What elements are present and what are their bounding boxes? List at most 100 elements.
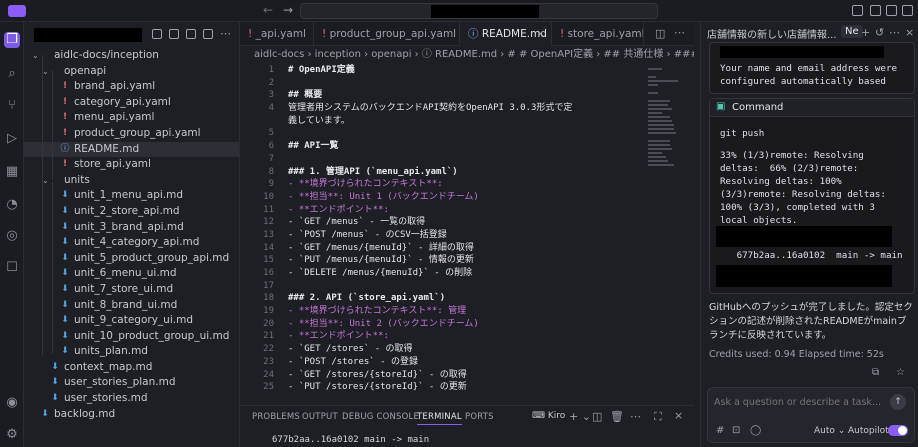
chat-tab-session[interactable]: 店舗情報の新しい店舗情報... — [707, 26, 837, 41]
tree-file[interactable]: ⬇ unit_4_category_api.md — [24, 235, 239, 251]
add-chat-icon[interactable]: + — [861, 26, 870, 39]
copy-icon[interactable]: ⧉ — [872, 367, 879, 378]
code-line[interactable]: 義しています。 — [240, 115, 644, 128]
tab-problems[interactable]: PROBLEMS — [252, 412, 300, 422]
tab-ports[interactable]: PORTS — [465, 412, 494, 422]
chat-input[interactable] — [714, 394, 884, 410]
search-icon[interactable]: ⌕ — [4, 66, 20, 82]
chat-tab-new[interactable]: Ne — [841, 25, 863, 38]
tree-file[interactable]: ⬇ unit_5_product_group_api.md — [24, 251, 239, 267]
tree-folder[interactable]: ⌄ openapi — [24, 64, 239, 80]
split-editor-icon[interactable]: ◫ — [655, 27, 665, 40]
code-line[interactable]: 16 - `DELETE /menus/{menuId}` - の削除 — [240, 267, 644, 280]
chevron-down-icon[interactable]: ⌄ — [32, 48, 42, 64]
new-folder-icon[interactable] — [169, 29, 179, 39]
steering-icon[interactable]: ◯ — [750, 425, 761, 436]
code-line[interactable]: 3 ## 概要 — [240, 89, 644, 102]
code-editor[interactable]: 1 # OpenAPI定義 2 3 ## 概要 4 管理者用システムのバックエンドAPI契約… — [240, 64, 644, 405]
context-hash-icon[interactable]: # — [716, 425, 724, 436]
tree-folder[interactable]: ⌄ units — [24, 173, 239, 189]
remote-icon[interactable]: ◎ — [4, 228, 20, 244]
code-line[interactable]: 14 - `GET /menus/{menuId}` - 詳細の取得 — [240, 242, 644, 255]
settings-gear-icon[interactable]: ⚙ — [4, 427, 20, 443]
chat-input-box[interactable]: ↑ # ⊡ ◯ Auto ⌄ Autopilot — [707, 387, 915, 443]
tree-file[interactable]: ⬇ unit_9_category_ui.md — [24, 313, 239, 329]
tree-file[interactable]: ⬇ context_map.md — [24, 360, 239, 376]
new-file-icon[interactable] — [152, 29, 162, 39]
code-line[interactable]: 13 - `POST /menus` - のCSV一括登録 — [240, 229, 644, 242]
terminal-output[interactable]: 677b2aa..16a0102 main -> main — [272, 435, 429, 445]
minimap[interactable] — [646, 64, 682, 184]
kiro-ghost-icon[interactable]: ◔ — [4, 197, 20, 213]
tree-file[interactable]: ! brand_api.yaml — [24, 79, 239, 95]
tree-file[interactable]: ! category_api.yaml — [24, 95, 239, 111]
code-line[interactable]: 11 - **エンドポイント**: — [240, 204, 644, 217]
tab-debug-console[interactable]: DEBUG CONSOLE — [342, 412, 419, 422]
split-terminal-icon[interactable]: ◫ — [592, 410, 602, 423]
add-terminal-icon[interactable]: + ⌄ — [569, 410, 591, 423]
code-line[interactable]: 17 — [240, 280, 644, 293]
code-line[interactable]: 8 ### 1. 管理API (`menu_api.yaml`) — [240, 166, 644, 179]
code-line[interactable]: 23 - `POST /stores` - の登録 — [240, 356, 644, 369]
chevron-down-icon[interactable]: ⌄ — [42, 64, 52, 80]
chevron-down-icon[interactable]: ⌄ — [42, 173, 52, 189]
terminal-shell-selector[interactable]: ⌨ Kiro — [532, 411, 565, 421]
tab-terminal[interactable]: TERMINAL — [417, 412, 462, 425]
code-line[interactable]: 24 - `GET /stores/{storeId}` - の取得 — [240, 369, 644, 382]
code-line[interactable]: 5 — [240, 127, 644, 140]
tree-file[interactable]: ⬇ user_stories_plan.md — [24, 375, 239, 391]
forward-arrow-icon[interactable]: → — [283, 3, 293, 17]
code-line[interactable]: 21 - **エンドポイント**: — [240, 330, 644, 343]
tab-store-api[interactable]: ! store_api.yaml — [552, 22, 644, 46]
more-actions-icon[interactable]: ⋯ — [674, 26, 685, 39]
tree-file[interactable]: ⬇ unit_1_menu_api.md — [24, 188, 239, 204]
history-icon[interactable]: ↺ — [875, 26, 884, 39]
command-center-search[interactable] — [300, 3, 658, 19]
tree-file[interactable]: ⬇ units_plan.md — [24, 344, 239, 360]
code-line[interactable]: 9 - **境界づけられたコンテキスト**: — [240, 178, 644, 191]
close-icon[interactable]: × — [536, 22, 545, 45]
tree-file[interactable]: ! store_api.yaml — [24, 157, 239, 173]
code-line[interactable]: 25 - `PUT /stores/{storeId}` - の更新 — [240, 381, 644, 394]
code-line[interactable]: 4 管理者用システムのバックエンドAPI契約をOpenAPI 3.0.3形式で定 — [240, 102, 644, 115]
code-line[interactable]: 18 ### 2. API (`store_api.yaml`) — [240, 292, 644, 305]
panel-toggle-icon[interactable] — [886, 5, 897, 16]
tree-file[interactable]: ⬇ unit_8_brand_ui.md — [24, 298, 239, 314]
code-line[interactable]: 19 - **境界づけられたコンテキスト**: 管理 — [240, 305, 644, 318]
tree-folder[interactable]: ⌄ aidlc-docs/inception — [24, 48, 239, 64]
more-actions-icon[interactable]: ⋯ — [889, 26, 900, 39]
code-line[interactable]: 7 — [240, 153, 644, 166]
more-actions-icon[interactable]: ⋯ — [630, 410, 641, 423]
maximize-panel-icon[interactable]: ⛶ — [654, 410, 662, 424]
tree-file[interactable]: ⬇ unit_10_product_group_ui.md — [24, 329, 239, 345]
tab-product-group-api[interactable]: ! product_group_api.yaml — [314, 22, 460, 46]
autopilot-toggle[interactable] — [888, 425, 908, 436]
code-line[interactable]: 6 ## API一覧 — [240, 140, 644, 153]
tab-readme[interactable]: ⓘ README.md × — [460, 22, 552, 46]
send-button[interactable]: ↑ — [890, 394, 906, 410]
feedback-icon[interactable]: ☆ — [896, 367, 905, 378]
breadcrumb[interactable]: aidlc-docs › inception › openapi › ⓘ REA… — [240, 46, 694, 64]
account-icon[interactable]: ◉ — [4, 395, 20, 411]
trash-icon[interactable]: 🗑 — [610, 410, 624, 423]
tree-file[interactable]: ⬇ backlog.md — [24, 407, 239, 423]
code-line[interactable]: 1 # OpenAPI定義 — [240, 64, 644, 77]
collapse-all-icon[interactable] — [203, 29, 213, 39]
close-icon[interactable]: × — [905, 26, 914, 39]
tab-api-yaml[interactable]: ! _api.yaml — [240, 22, 314, 46]
run-debug-icon[interactable]: ▷ — [4, 131, 20, 147]
code-line[interactable]: 22 - `GET /stores` - の取得 — [240, 343, 644, 356]
chat-icon[interactable]: ☐ — [4, 260, 20, 276]
secondary-sidebar-icon[interactable] — [902, 5, 913, 16]
back-arrow-icon[interactable]: ← — [263, 3, 273, 17]
sidebar-toggle-icon[interactable] — [870, 5, 881, 16]
extensions-icon[interactable]: ▦ — [4, 164, 20, 180]
code-line[interactable]: 10 - **担当**: Unit 1 (バックエンドチーム) — [240, 191, 644, 204]
tree-file[interactable]: ⬇ unit_7_store_ui.md — [24, 282, 239, 298]
more-actions-icon[interactable]: ⋯ — [220, 27, 231, 40]
tab-output[interactable]: OUTPUT — [302, 412, 338, 422]
code-line[interactable]: 20 - **担当**: Unit 2 (バックエンドチーム) — [240, 318, 644, 331]
code-line[interactable]: 12 - `GET /menus` - 一覧の取得 — [240, 216, 644, 229]
image-icon[interactable]: ⊡ — [732, 425, 740, 436]
close-panel-icon[interactable]: × — [674, 409, 683, 422]
